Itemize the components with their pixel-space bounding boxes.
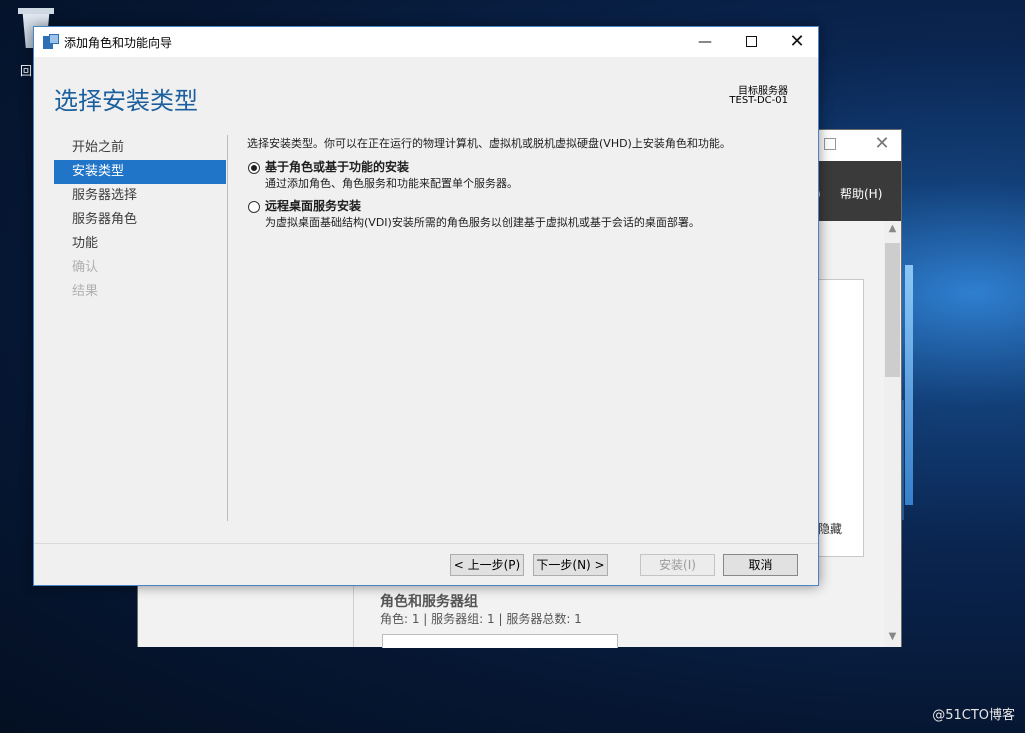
option-description: 通过添加角色、角色服务和功能来配置单个服务器。 [265, 177, 518, 190]
add-roles-wizard-window: 添加角色和功能向导 — ✕ 选择安装类型 目标服务器 TEST-DC-01 开始… [33, 26, 819, 586]
nav-step-before-you-begin[interactable]: 开始之前 [54, 136, 226, 160]
wizard-steps-nav: 开始之前 安装类型 服务器选择 服务器角色 功能 确认 结果 [54, 136, 226, 304]
recycle-bin-lid [18, 8, 54, 14]
nav-step-server-selection[interactable]: 服务器选择 [54, 184, 226, 208]
menu-item-help[interactable]: 帮助(H) [840, 185, 882, 202]
option-title[interactable]: 基于角色或基于功能的安装 [265, 159, 797, 176]
cancel-button[interactable]: 取消 [723, 554, 798, 576]
recycle-bin-label: 回 [20, 64, 33, 78]
nav-step-features[interactable]: 功能 [54, 232, 226, 256]
roles-section-summary: 角色: 1 | 服务器组: 1 | 服务器总数: 1 [380, 612, 582, 626]
radio-role-based[interactable] [248, 162, 260, 174]
radio-remote-desktop[interactable] [248, 201, 260, 213]
intro-text: 选择安装类型。你可以在正在运行的物理计算机、虚拟机或脱机虚拟硬盘(VHD)上安装… [247, 137, 731, 150]
maximize-icon [745, 35, 757, 47]
footer-divider [34, 543, 818, 544]
option-title[interactable]: 远程桌面服务安装 [265, 198, 797, 215]
install-button: 安装(I) [640, 554, 715, 576]
scroll-up-icon[interactable]: ▲ [884, 223, 901, 237]
vertical-scrollbar[interactable]: ▲ ▼ [884, 221, 901, 647]
server-manager-icon [43, 34, 59, 49]
dashboard-card [818, 279, 864, 557]
nav-step-confirmation: 确认 [72, 260, 99, 275]
wizard-content: 选择安装类型。你可以在正在运行的物理计算机、虚拟机或脱机虚拟硬盘(VHD)上安装… [247, 135, 797, 231]
hide-link[interactable]: 隐藏 [818, 520, 842, 537]
nav-step-server-roles[interactable]: 服务器角色 [54, 208, 226, 232]
nav-step-results: 结果 [72, 284, 99, 299]
wizard-header: 选择安装类型 目标服务器 TEST-DC-01 [34, 57, 818, 131]
roles-section-title: 角色和服务器组 [380, 594, 478, 610]
close-icon[interactable]: ✕ [871, 134, 893, 156]
scroll-thumb[interactable] [885, 243, 900, 377]
next-button[interactable]: 下一步(N) > [533, 554, 608, 576]
nav-divider [227, 135, 228, 521]
previous-button[interactable]: < 上一步(P) [450, 554, 524, 576]
window-title: 添加角色和功能向导 [64, 36, 173, 50]
option-remote-desktop[interactable]: 远程桌面服务安装 为虚拟桌面基础结构(VDI)安装所需的角色服务以创建基于虚拟机… [247, 198, 797, 231]
scroll-down-icon[interactable]: ▼ [884, 631, 901, 645]
nav-step-installation-type[interactable]: 安装类型 [54, 160, 226, 184]
page-title: 选择安装类型 [54, 87, 198, 115]
close-button[interactable]: ✕ [774, 27, 820, 57]
minimize-button[interactable]: — [682, 27, 728, 57]
option-description: 为虚拟桌面基础结构(VDI)安装所需的角色服务以创建基于虚拟机或基于会话的桌面部… [265, 216, 700, 229]
option-role-based[interactable]: 基于角色或基于功能的安装 通过添加角色、角色服务和功能来配置单个服务器。 [247, 159, 797, 192]
wizard-titlebar[interactable]: 添加角色和功能向导 — ✕ [34, 27, 818, 57]
maximize-icon[interactable] [824, 138, 836, 150]
wallpaper-light [905, 265, 913, 505]
destination-server-value: TEST-DC-01 [729, 95, 788, 106]
role-tile[interactable] [382, 634, 618, 648]
maximize-button[interactable] [728, 27, 774, 57]
watermark: @51CTO博客 [932, 708, 1015, 723]
